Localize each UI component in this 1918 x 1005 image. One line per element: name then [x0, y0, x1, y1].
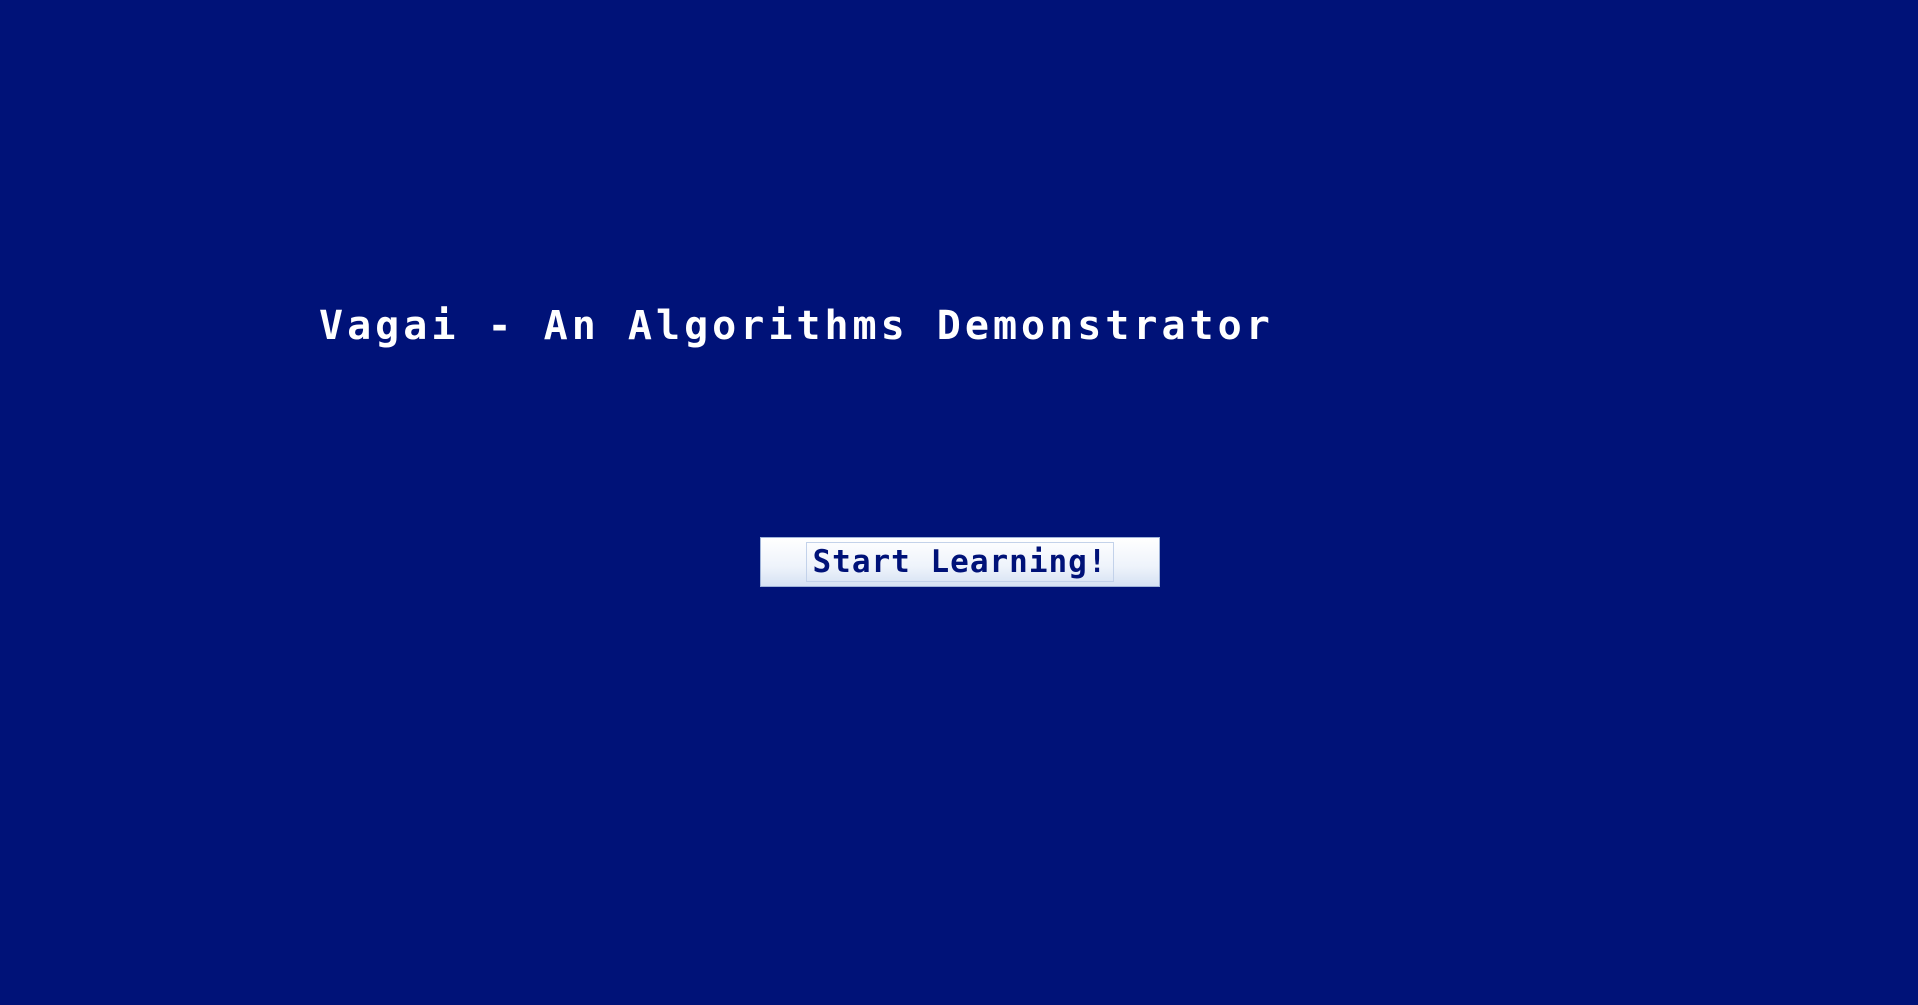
page-title: Vagai - An Algorithms Demonstrator	[319, 303, 1274, 349]
landing-screen: Vagai - An Algorithms Demonstrator Start…	[0, 0, 1918, 1005]
start-learning-button-label: Start Learning!	[805, 542, 1115, 582]
start-learning-button[interactable]: Start Learning!	[760, 537, 1160, 587]
